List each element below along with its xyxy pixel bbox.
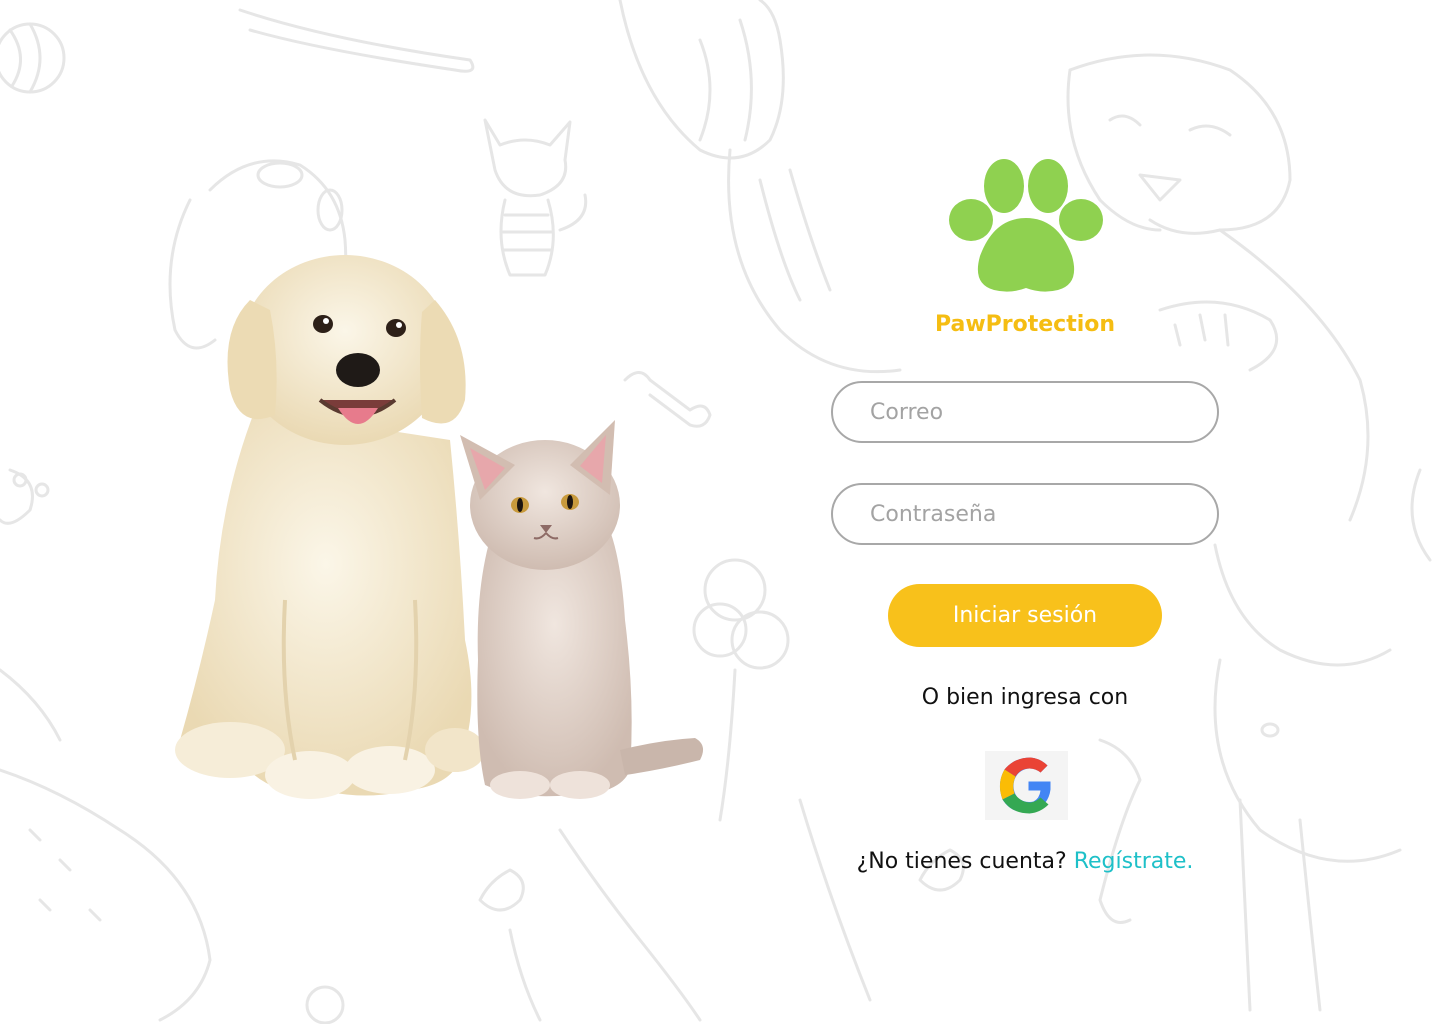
puppy-and-kitten-photo <box>175 255 704 799</box>
register-prompt: ¿No tienes cuenta? <box>856 849 1067 874</box>
social-login-prompt: O bien ingresa con <box>921 685 1129 710</box>
login-page: PawProtection Iniciar sesión O bien ingr… <box>0 0 1440 1024</box>
login-button[interactable]: Iniciar sesión <box>888 584 1162 647</box>
email-input[interactable] <box>831 381 1219 443</box>
register-link[interactable]: Regístrate. <box>1074 849 1194 874</box>
password-input[interactable] <box>831 483 1219 545</box>
paw-print-icon <box>949 159 1103 292</box>
google-g-icon <box>999 757 1051 814</box>
brand-name: PawProtection <box>934 312 1116 337</box>
register-line: ¿No tienes cuenta? Regístrate. <box>780 849 1270 874</box>
google-login-button[interactable] <box>985 751 1068 820</box>
